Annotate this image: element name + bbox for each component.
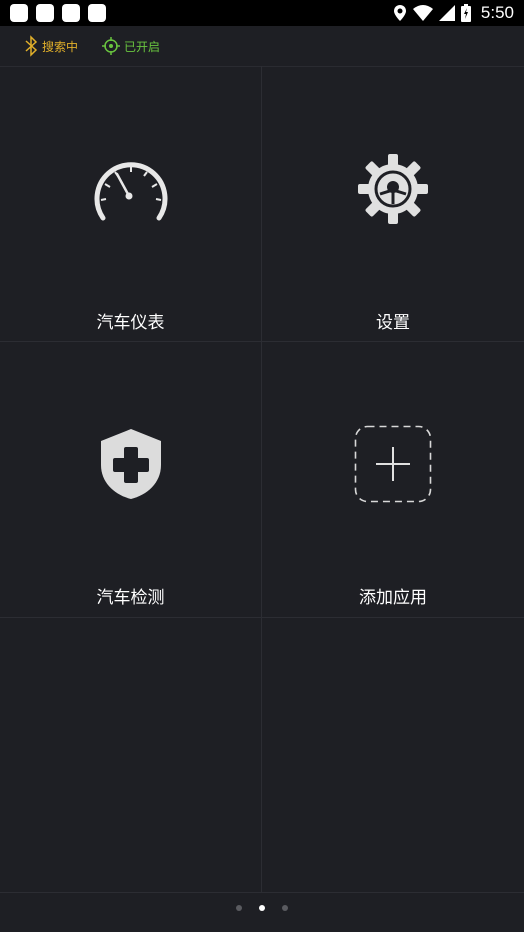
tile-label: 汽车仪表 — [96, 313, 165, 333]
signal-icon — [438, 5, 455, 21]
connection-bar: 搜索中 已开启 — [0, 26, 524, 67]
notification-icon — [10, 4, 28, 22]
grid-divider — [261, 616, 262, 892]
bluetooth-icon — [25, 35, 38, 57]
tile-settings[interactable]: 设置 — [262, 66, 524, 342]
page-indicator[interactable] — [0, 905, 524, 911]
wifi-icon — [412, 5, 433, 21]
tile-add-app[interactable]: 添加应用 — [262, 341, 524, 618]
status-icons: 5:50 — [393, 3, 514, 23]
bottom-divider — [0, 892, 524, 893]
page-dot[interactable] — [282, 905, 288, 911]
status-time: 5:50 — [480, 3, 514, 22]
crosshair-icon — [102, 37, 121, 55]
app-grid: 汽车仪表 设置 汽车检测 添加应用 — [0, 66, 524, 892]
speedometer-icon — [91, 156, 171, 226]
notification-icons — [10, 4, 106, 22]
add-app-icon — [354, 425, 432, 507]
shield-plus-icon — [99, 427, 163, 505]
notification-icon — [62, 4, 80, 22]
page-dot-active[interactable] — [259, 905, 265, 911]
gps-status-label: 已开启 — [124, 39, 161, 54]
bluetooth-status[interactable]: 搜索中 — [24, 35, 78, 57]
tile-label: 汽车检测 — [96, 588, 165, 608]
tile-car-check[interactable]: 汽车检测 — [0, 341, 262, 618]
battery-icon — [460, 4, 471, 22]
gear-steering-icon — [358, 154, 428, 228]
bluetooth-status-label: 搜索中 — [42, 39, 79, 54]
location-icon — [393, 5, 406, 21]
gps-status[interactable]: 已开启 — [102, 37, 160, 55]
notification-icon — [36, 4, 54, 22]
tile-dashboard[interactable]: 汽车仪表 — [0, 66, 262, 342]
tile-label: 设置 — [376, 313, 410, 333]
status-bar: 5:50 — [0, 0, 524, 26]
notification-icon — [88, 4, 106, 22]
tile-label: 添加应用 — [359, 588, 427, 608]
page-dot[interactable] — [236, 905, 242, 911]
